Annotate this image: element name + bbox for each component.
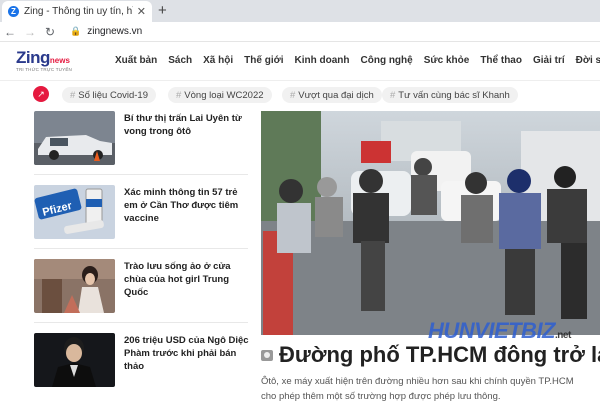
- browser-toolbar: ← → ↻ 🔒 zingnews.vn: [0, 22, 600, 42]
- browser-tab[interactable]: Z Zing - Thông tin uy tín, hình ảnh ✕: [2, 1, 152, 22]
- new-tab-icon[interactable]: +: [158, 3, 167, 18]
- article-title[interactable]: 206 triệu USD của Ngô Diệc Phàm trước kh…: [124, 334, 250, 373]
- nav-item-sach[interactable]: Sách: [168, 55, 192, 66]
- article-thumbnail[interactable]: [34, 259, 115, 313]
- hero-title[interactable]: Đường phố TP.HCM đông trở lại: [279, 342, 600, 368]
- hero-headline[interactable]: Đường phố TP.HCM đông trở lại: [261, 342, 600, 368]
- trend-chip[interactable]: # Tư vấn cùng bác sĩ Khanh: [382, 87, 518, 103]
- divider: [34, 174, 248, 175]
- main-nav: Xuất bản Sách Xã hội Thế giới Kinh doanh…: [115, 55, 600, 66]
- nav-item-xa-hoi[interactable]: Xã hội: [203, 55, 233, 66]
- article-title[interactable]: Trào lưu sống ảo ở cửa chùa của hot girl…: [124, 260, 250, 299]
- site-header: Zingnews TRI THỨC TRỰC TUYẾN Xuất bản Sá…: [0, 43, 600, 81]
- browser-tabstrip: Z Zing - Thông tin uy tín, hình ảnh ✕ +: [0, 0, 600, 22]
- forward-icon[interactable]: →: [20, 25, 40, 39]
- zingnews-logo[interactable]: Zingnews TRI THỨC TRỰC TUYẾN: [16, 48, 72, 72]
- nav-item-the-gioi[interactable]: Thế giới: [244, 55, 283, 66]
- logo-tagline: TRI THỨC TRỰC TUYẾN: [16, 67, 72, 72]
- article-title[interactable]: Xác minh thông tin 57 trẻ em ở Cần Thơ đ…: [124, 186, 250, 225]
- nav-item-giai-tri[interactable]: Giải trí: [533, 55, 565, 66]
- trend-chip[interactable]: # Vòng loại WC2022: [168, 87, 272, 103]
- close-tab-icon[interactable]: ✕: [137, 5, 146, 18]
- back-icon[interactable]: ←: [0, 25, 20, 39]
- nav-item-suc-khoe[interactable]: Sức khỏe: [424, 55, 470, 66]
- address-bar[interactable]: 🔒 zingnews.vn: [70, 26, 142, 37]
- trend-chip[interactable]: # Vượt qua đại dịch: [282, 87, 382, 103]
- tab-title: Zing - Thông tin uy tín, hình ảnh: [24, 6, 133, 17]
- nav-item-cong-nghe[interactable]: Công nghệ: [361, 55, 413, 66]
- article-title[interactable]: Bí thư thị trấn Lai Uyên từ vong trong ô…: [124, 112, 250, 138]
- nav-item-doi-song[interactable]: Đời sống: [576, 55, 600, 66]
- article-thumbnail[interactable]: Pfizer: [34, 185, 115, 239]
- nav-item-kinh-doanh[interactable]: Kinh doanh: [295, 55, 350, 66]
- hero-image[interactable]: [261, 111, 600, 335]
- trending-icon: ↗: [33, 86, 49, 102]
- article-thumbnail[interactable]: [34, 111, 115, 165]
- reload-icon[interactable]: ↻: [40, 25, 60, 39]
- camera-icon: [261, 349, 273, 361]
- trend-chip[interactable]: # Số liệu Covid-19: [62, 87, 157, 103]
- lock-icon: 🔒: [70, 26, 82, 36]
- logo-main: Zing: [16, 48, 50, 67]
- url-text: zingnews.vn: [87, 26, 143, 37]
- nav-item-the-thao[interactable]: Thể thao: [480, 55, 522, 66]
- zing-favicon-icon: Z: [8, 6, 19, 17]
- divider: [34, 248, 248, 249]
- logo-news: news: [49, 56, 70, 65]
- article-thumbnail[interactable]: [34, 333, 115, 387]
- nav-item-xuat-ban[interactable]: Xuất bản: [115, 55, 157, 66]
- divider: [34, 322, 248, 323]
- hero-summary: Ôtô, xe máy xuất hiện trên đường nhiều h…: [261, 376, 574, 402]
- watermark: HUNVIETBIZ.net: [428, 318, 571, 343]
